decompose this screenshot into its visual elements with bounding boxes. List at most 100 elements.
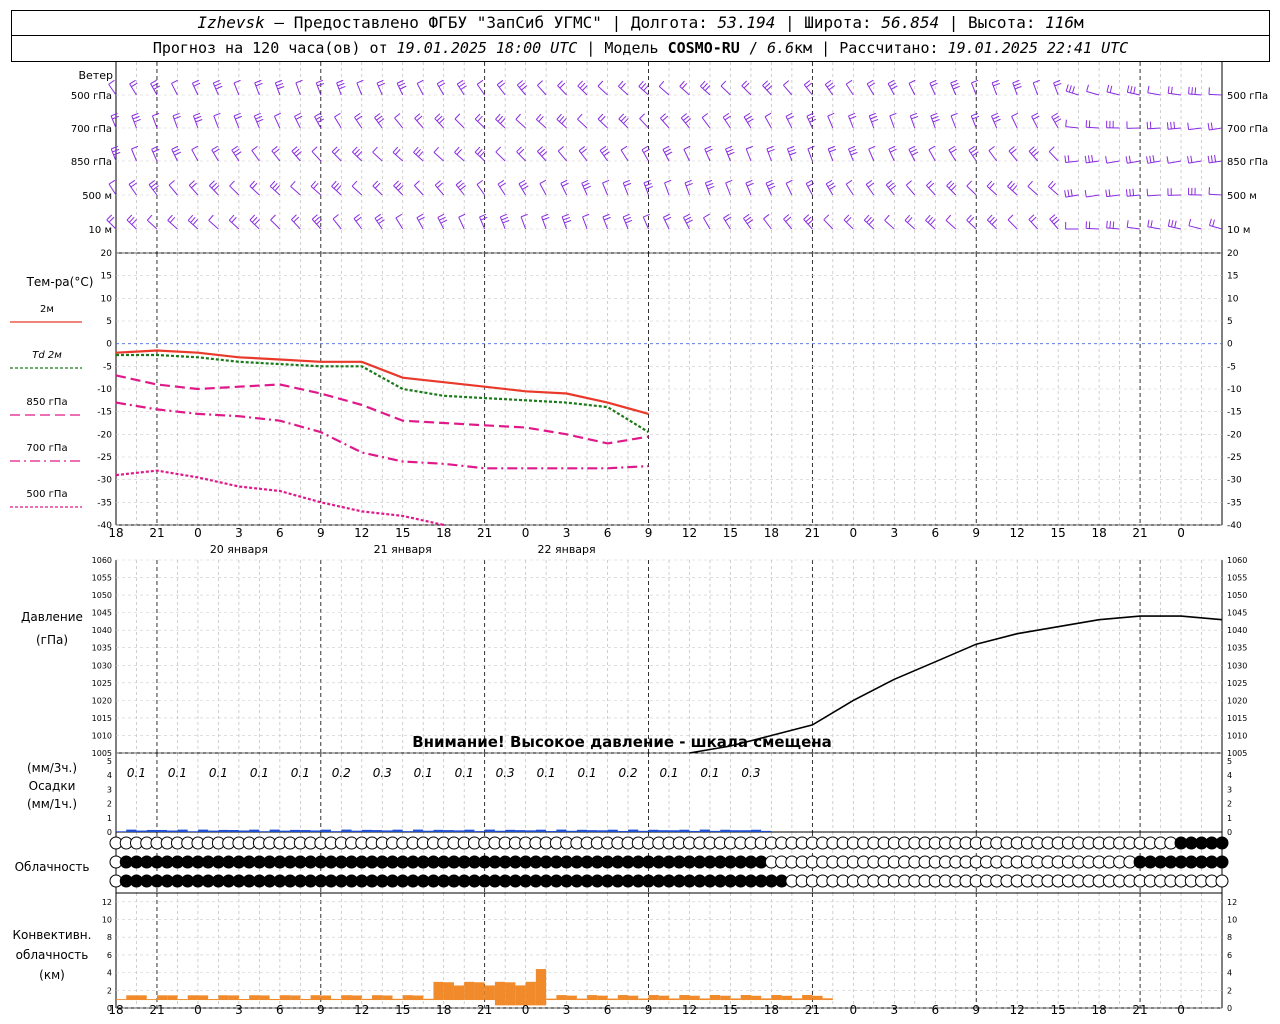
wind-barb-feather [681, 82, 688, 89]
wind-barb [556, 119, 567, 129]
wind-barb-feather [726, 148, 734, 153]
wind-barb [701, 117, 711, 129]
wind-barb-feather [746, 182, 754, 187]
wind-barb-feather [311, 214, 318, 220]
precip-bar [535, 829, 547, 832]
wind-barb-feather [741, 80, 748, 87]
precip-total-label: 0.1 [291, 766, 310, 780]
conv-bar [167, 995, 178, 1001]
hour-label: 15 [395, 526, 410, 540]
wind-barb-feather [415, 148, 421, 155]
wind-barb-feather [374, 112, 381, 118]
pressure-tick-label-right: 1045 [1227, 609, 1247, 618]
wind-barb-feather [561, 213, 569, 218]
wind-barb [516, 151, 526, 162]
wind-barb-feather [824, 79, 832, 85]
hour-label: 3 [890, 526, 898, 540]
wind-barb-feather [356, 79, 364, 84]
wind-barb [474, 118, 486, 129]
wind-barb-feather [1030, 148, 1037, 155]
wind-barb [1008, 150, 1018, 162]
wind-barb [151, 115, 158, 129]
wind-barb-feather [354, 112, 361, 118]
wind-barb-feather [1009, 182, 1015, 189]
conv-tick-label-right: 4 [1227, 969, 1232, 978]
wind-barb-feather [1086, 84, 1089, 92]
wind-barb-feather [829, 148, 837, 153]
conv-bar [372, 995, 383, 1001]
wind-barb-feather [762, 80, 769, 86]
wind-barb-feather [1010, 148, 1017, 154]
cloud-cover-icon [1215, 836, 1229, 850]
wind-barb-feather [254, 219, 260, 225]
wind-barb [1028, 219, 1039, 230]
wind-barb-feather [152, 112, 160, 117]
wind-barb-feather [662, 115, 669, 122]
wind-barb-feather [397, 185, 404, 191]
precip-bar [679, 829, 690, 832]
wind-barb-feather [251, 216, 258, 223]
wind-barb-feather [1109, 221, 1112, 229]
precip-bar [269, 829, 280, 832]
wind-barb-feather [867, 182, 875, 188]
wind-barb-feather [1112, 221, 1115, 229]
wind-barb [414, 117, 424, 129]
wind-barb-feather [783, 214, 790, 220]
wind-barb [1048, 151, 1059, 162]
wind-barb-feather [663, 213, 670, 218]
wind-barb-feather [766, 145, 774, 150]
wind-barb-feather [477, 115, 483, 122]
precip-bar [279, 830, 291, 832]
wind-barb-feather [991, 112, 999, 117]
wind-barb-feather [849, 115, 857, 120]
wind-barb-feather [948, 182, 955, 189]
wind-barb-feather [541, 213, 549, 218]
wind-barb-feather [516, 80, 524, 86]
wind-barb-feather [128, 179, 136, 185]
wind-barb [988, 150, 998, 162]
wind-barb-feather [925, 214, 931, 221]
precip-total-label: 0.3 [496, 766, 515, 780]
precip-total-label: 0.1 [414, 766, 433, 780]
precip-bar [146, 829, 157, 832]
temp-tick-label: -25 [97, 453, 112, 463]
wind-barb-feather [1068, 85, 1072, 93]
conv-bar [116, 999, 127, 1001]
wind-barb [1188, 225, 1202, 230]
wind-barb-feather [927, 216, 933, 223]
wind-barb-feather [274, 185, 281, 191]
wind-barb [950, 115, 957, 129]
wind-barb-feather [106, 214, 113, 221]
wind-barb-feather [577, 80, 584, 87]
wind-barb-feather [685, 118, 692, 124]
wind-barb-feather [131, 112, 139, 117]
wind-barb-feather [972, 151, 979, 157]
wind-barb [434, 184, 445, 196]
wind-barb-feather [1027, 180, 1033, 187]
conv-bar [546, 998, 557, 1001]
wind-barb-feather [150, 79, 157, 85]
wind-barb-feather [884, 214, 890, 221]
wind-barb-feather [928, 145, 936, 151]
temp-legend-label: 700 гПа [26, 443, 67, 454]
wind-level-label-right: 10 м [1227, 225, 1250, 236]
wind-barb-feather [746, 219, 754, 225]
wind-barb [1011, 116, 1018, 129]
wind-barb-feather [399, 85, 407, 90]
conv-bar [177, 999, 188, 1001]
wind-barb-feather [618, 113, 625, 120]
conv-bar [310, 995, 321, 1001]
wind-barb [908, 83, 916, 96]
hour-label: 21 [805, 526, 820, 540]
wind-barb [520, 216, 527, 230]
precip-bar [525, 830, 536, 832]
temp-tick-label: 10 [101, 294, 113, 304]
wind-barb-feather [416, 213, 424, 219]
wind-barb [783, 84, 793, 96]
wind-barb-feather [1087, 155, 1090, 163]
precip-tick-label: 3 [107, 785, 112, 794]
wind-barb-feather [1032, 115, 1040, 120]
wind-barb-feather [889, 185, 897, 191]
precip-tick-label-right: 5 [1227, 757, 1232, 766]
pressure-title: Давление [21, 610, 83, 624]
